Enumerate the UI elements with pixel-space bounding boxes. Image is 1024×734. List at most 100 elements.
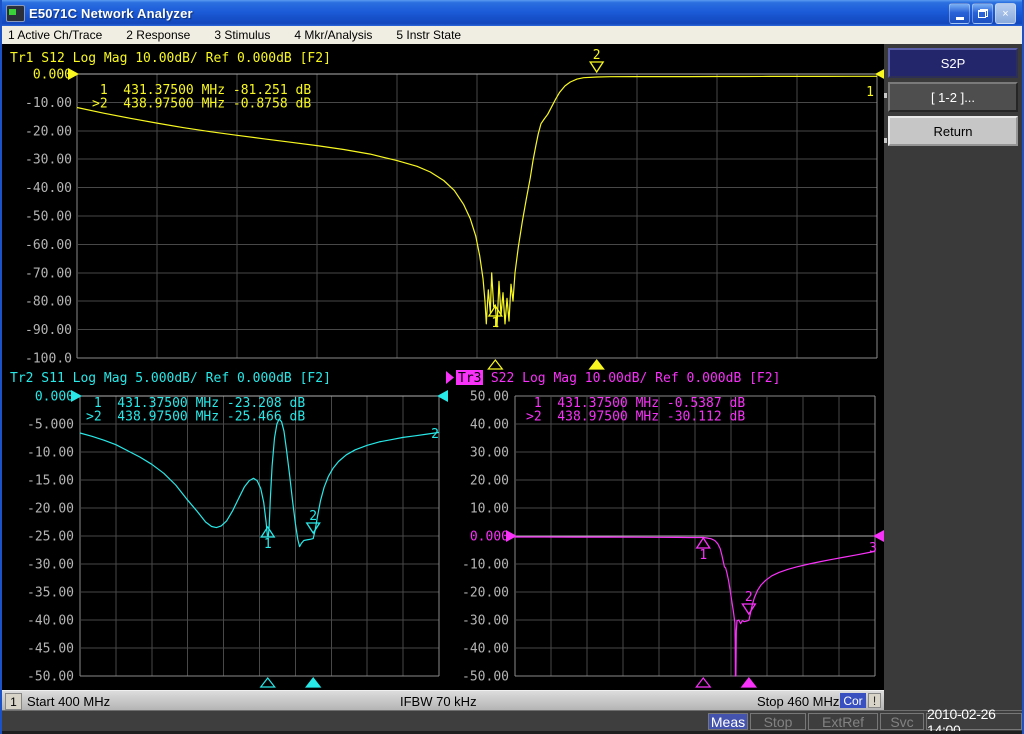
minimize-button[interactable] [949, 3, 970, 24]
tr3-s22-y-ticks: 50.0040.0030.0020.0010.000.000-10.00-20.… [462, 390, 509, 685]
alert-badge[interactable]: ! [868, 693, 881, 708]
active-trace-arrow-icon [446, 371, 454, 384]
svg-text:-100.0: -100.0 [25, 352, 72, 367]
svg-text:2: 2 [309, 509, 317, 524]
svg-text:-30.00: -30.00 [27, 558, 74, 573]
status-bar: 1 Start 400 MHz IFBW 70 kHz Stop 460 MHz… [2, 690, 884, 710]
menu-item-response[interactable]: 2 Response [120, 28, 196, 42]
svg-text:-50.00: -50.00 [462, 670, 509, 685]
restore-button[interactable] [972, 3, 993, 24]
svg-text:-60.00: -60.00 [25, 238, 72, 253]
svg-text:0.000: 0.000 [470, 530, 509, 545]
svg-text:-90.00: -90.00 [25, 323, 72, 338]
menu-item-mkr-analysis[interactable]: 4 Mkr/Analysis [288, 28, 378, 42]
tr1-s12-trace-number-label: 1 [866, 85, 874, 100]
marker-2-icon [307, 523, 320, 533]
sidebar-edge-mark [884, 93, 887, 98]
close-button[interactable]: × [995, 3, 1016, 24]
app-icon [6, 5, 25, 22]
svg-text:-30.00: -30.00 [462, 614, 509, 629]
tr2-s11-plot[interactable]: 0.000-5.000-10.00-15.00-20.00-25.00-30.0… [10, 371, 448, 687]
tr1-s12-active-stimulus-marker-icon[interactable] [590, 360, 604, 369]
tr1-s12-grid [77, 74, 877, 358]
stop-frequency-label: Stop 460 MHz [757, 694, 839, 709]
extref-indicator: ExtRef [808, 713, 878, 730]
svg-text:-45.00: -45.00 [27, 642, 74, 657]
marker-2-icon [742, 604, 755, 614]
svc-indicator: Svc [880, 713, 924, 730]
tr3-s22-header: Tr3 S22 Log Mag 10.00dB/ Ref 0.000dB [F2… [446, 370, 780, 386]
svg-text:-80.00: -80.00 [25, 295, 72, 310]
svg-text:30.00: 30.00 [470, 446, 509, 461]
restore-icon [978, 9, 988, 18]
svg-text:-40.00: -40.00 [27, 614, 74, 629]
correction-badge: Cor [840, 693, 866, 708]
tr2-s11-y-ticks: 0.000-5.000-10.00-15.00-20.00-25.00-30.0… [27, 390, 74, 685]
svg-text:-20.00: -20.00 [25, 124, 72, 139]
tr3-s22-active-stimulus-marker-icon[interactable] [742, 678, 756, 687]
window-title: E5071C Network Analyzer [29, 6, 193, 21]
svg-text:-40.00: -40.00 [462, 642, 509, 657]
app-window: E5071C Network Analyzer × 1 Active Ch/Tr… [0, 0, 1024, 734]
svg-text:-30.00: -30.00 [25, 153, 72, 168]
menu-item-active-ch-trace[interactable]: 1 Active Ch/Trace [2, 28, 108, 42]
tr3-s22-trace-markers[interactable]: 12 [697, 538, 756, 614]
tr1-s12-plot[interactable]: 0.000 -10.00 -20.00 -30.00 -40.00 -50.00 -60.0… [10, 48, 884, 369]
tr1-s12-marker-readout: 1 431.37500 MHz -81.251 dB>2 438.97500 M… [92, 83, 311, 112]
tr1-s12-trace-markers[interactable]: 12 [489, 48, 603, 331]
svg-text:Tr2 S11 Log Mag 5.000dB/ Ref 0: Tr2 S11 Log Mag 5.000dB/ Ref 0.000dB [F2… [10, 371, 331, 386]
ifbw-label: IFBW 70 kHz [400, 694, 477, 709]
tr2-s11-trace-number-label: 2 [431, 427, 439, 442]
svg-text:1: 1 [264, 537, 272, 552]
tr1-s12-inactive-stimulus-marker-icon[interactable] [488, 360, 502, 369]
softkey-sidebar: S2P [ 1-2 ]... Return [884, 44, 1022, 690]
softkey-return[interactable]: Return [888, 116, 1018, 146]
datetime-display: 2010-02-26 14:00 [926, 713, 1022, 730]
svg-text:>2 438.97500 MHz -25.466 dB: >2 438.97500 MHz -25.466 dB [86, 410, 305, 425]
tr1-s12-ref-level-right-icon[interactable] [875, 68, 884, 80]
svg-text:Tr3: Tr3 [458, 371, 481, 386]
tr3-s22-plot[interactable]: 50.0040.0030.0020.0010.000.000-10.00-20.… [446, 370, 884, 687]
title-bar: E5071C Network Analyzer × [0, 0, 1024, 26]
svg-text:-15.00: -15.00 [27, 474, 74, 489]
tr2-s11-inactive-stimulus-marker-icon[interactable] [261, 678, 275, 687]
svg-text:-50.00: -50.00 [27, 670, 74, 685]
stop-indicator: Stop [750, 713, 806, 730]
menu-item-instr-state[interactable]: 5 Instr State [390, 28, 467, 42]
tr3-s22-trace-number-label: 3 [869, 541, 877, 556]
window-border-left [0, 0, 2, 734]
close-icon: × [1002, 8, 1008, 20]
svg-text:20.00: 20.00 [470, 474, 509, 489]
svg-text:-10.00: -10.00 [25, 96, 72, 111]
softkey-1-2[interactable]: [ 1-2 ]... [888, 82, 1018, 112]
menu-bar: 1 Active Ch/Trace 2 Response 3 Stimulus … [2, 26, 1022, 45]
menu-item-stimulus[interactable]: 3 Stimulus [208, 28, 276, 42]
tr2-s11-marker-readout: 1 431.37500 MHz -23.208 dB>2 438.97500 M… [86, 396, 305, 425]
svg-text:-50.00: -50.00 [25, 210, 72, 225]
marker-2-icon [590, 62, 603, 72]
svg-text:-70.00: -70.00 [25, 266, 72, 281]
tr3-s22-inactive-stimulus-marker-icon[interactable] [696, 678, 710, 687]
meas-indicator: Meas [708, 713, 748, 730]
tr3-s22-marker-readout: 1 431.37500 MHz -0.5387 dB>2 438.97500 M… [526, 396, 745, 425]
svg-text:-35.00: -35.00 [27, 586, 74, 601]
instrument-screen: 0.000 -10.00 -20.00 -30.00 -40.00 -50.00 -60.0… [2, 44, 884, 690]
svg-text:-5.000: -5.000 [27, 418, 74, 433]
svg-text:-10.00: -10.00 [27, 446, 74, 461]
tr3-s22-grid [515, 396, 875, 676]
svg-text:1: 1 [491, 316, 499, 331]
svg-text:-40.00: -40.00 [25, 181, 72, 196]
tr2-s11-active-stimulus-marker-icon[interactable] [306, 678, 320, 687]
marker-1-icon [697, 538, 710, 548]
minimize-icon [956, 17, 964, 20]
svg-text:2: 2 [593, 48, 601, 63]
instrument-screen-glyph [9, 9, 16, 15]
svg-text:2: 2 [745, 590, 753, 605]
svg-text:Tr1 S12 Log Mag 10.00dB/ Ref 0: Tr1 S12 Log Mag 10.00dB/ Ref 0.000dB [F2… [10, 51, 331, 66]
svg-text:1: 1 [699, 548, 707, 563]
plots-canvas[interactable]: 0.000 -10.00 -20.00 -30.00 -40.00 -50.00 -60.0… [2, 44, 884, 690]
tr2-s11-grid [80, 396, 439, 676]
sidebar-edge-mark [884, 138, 887, 143]
svg-text:0.000: 0.000 [33, 68, 72, 83]
softkey-s2p[interactable]: S2P [888, 48, 1018, 78]
